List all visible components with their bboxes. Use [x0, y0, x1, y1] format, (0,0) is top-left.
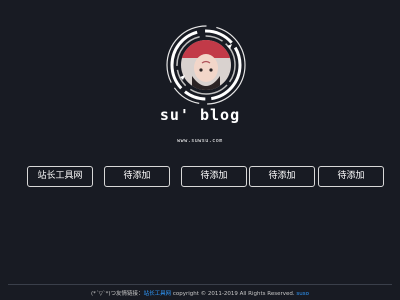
site-url[interactable]: www.suwsu.com [0, 138, 400, 144]
link-button-placeholder-4[interactable]: 待添加 [318, 166, 384, 187]
footer-friend-link[interactable]: 站长工具网 [144, 291, 172, 297]
footer-divider [8, 284, 392, 285]
footer-prefix: (*´▽`*)つ友情链接： [91, 291, 144, 297]
link-button-placeholder-1[interactable]: 待添加 [104, 166, 170, 187]
link-button-placeholder-2[interactable]: 待添加 [181, 166, 247, 187]
friend-links-row: 站长工具网 待添加 待添加 待添加 待添加 [27, 166, 385, 187]
footer: (*´▽`*)つ友情链接：站长工具网 copyright © 2011-2019… [0, 289, 400, 297]
avatar[interactable] [165, 24, 247, 106]
link-button-placeholder-3[interactable]: 待添加 [249, 166, 315, 187]
footer-copyright: copyright © 2011-2019 All Rights Reserve… [171, 291, 297, 297]
site-title: su' blog [159, 106, 241, 124]
page: su' blog www.suwsu.com 站长工具网 待添加 待添加 待添加… [0, 0, 400, 300]
link-button-zhanzhang[interactable]: 站长工具网 [27, 166, 93, 187]
avatar-ring-icon [166, 25, 246, 105]
footer-author-link[interactable]: suso [296, 291, 309, 297]
